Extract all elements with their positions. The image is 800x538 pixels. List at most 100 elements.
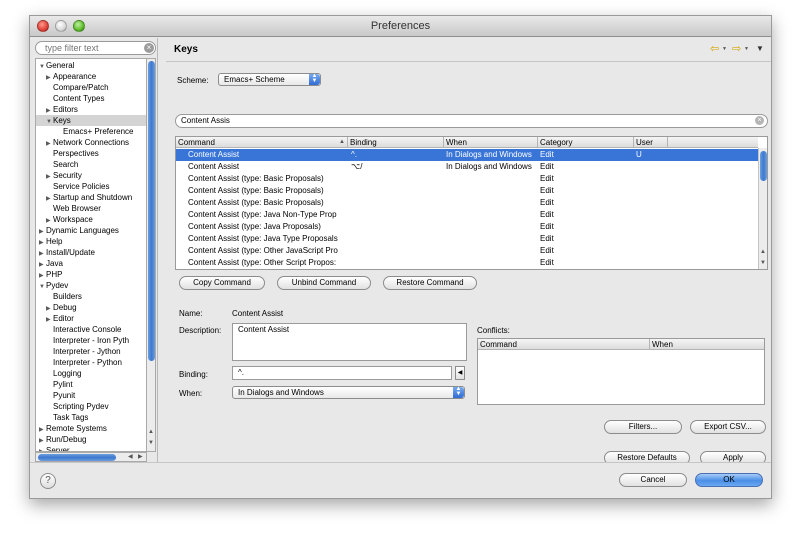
tree-item[interactable]: Perspectives	[36, 148, 146, 159]
tree-item[interactable]: Compare/Patch	[36, 82, 146, 93]
cancel-button[interactable]: Cancel	[619, 473, 687, 487]
filters-button[interactable]: Filters...	[604, 420, 682, 434]
tree-item[interactable]: ▶ Security	[36, 170, 146, 181]
table-row[interactable]: Content Assist (type: Other Script Propo…	[176, 257, 758, 269]
table-row[interactable]: Content Assist (type: Basic Proposals) Ed…	[176, 197, 758, 209]
forward-icon[interactable]: ⇨	[732, 42, 741, 55]
conflicts-label: Conflicts:	[477, 326, 510, 335]
back-menu-icon[interactable]: ▼	[722, 46, 727, 52]
column-header-when[interactable]: When	[444, 137, 538, 148]
tree-item[interactable]: Scripting Pydev	[36, 401, 146, 412]
tree-item[interactable]: ▶ Java	[36, 258, 146, 269]
tree-item[interactable]: Web Browser	[36, 203, 146, 214]
page-title: Keys	[174, 44, 198, 55]
table-row[interactable]: Content Assist ^. In Dialogs and Windows Ed…	[176, 149, 758, 161]
column-header-binding[interactable]: Binding	[348, 137, 444, 148]
forward-menu-icon[interactable]: ▼	[744, 46, 749, 52]
conflicts-when-header[interactable]: When	[650, 339, 764, 350]
description-field[interactable]: Content Assist	[232, 323, 467, 361]
tree-vertical-scrollbar[interactable]: ▲ ▼	[146, 58, 156, 452]
tree-item[interactable]: Service Policies	[36, 181, 146, 192]
tree-item-label: Task Tags	[53, 413, 89, 422]
tree-hscroll-thumb[interactable]	[38, 454, 116, 461]
binding-field[interactable]: ^.	[232, 366, 452, 380]
table-row[interactable]: Content Assist (type: Java Type Proposal…	[176, 233, 758, 245]
tree-item[interactable]: ▶ Run/Debug	[36, 434, 146, 445]
column-header-user[interactable]: User	[634, 137, 668, 148]
tree-item[interactable]: ▼Keys	[36, 115, 146, 126]
table-scroll-thumb[interactable]	[760, 151, 767, 181]
table-row[interactable]: Content Assist (type: Java Non-Type Prop…	[176, 209, 758, 221]
table-row[interactable]: Content Assist (type: Java Proposals) Edi…	[176, 221, 758, 233]
unbind-command-button[interactable]: Unbind Command	[277, 276, 371, 290]
tree-item[interactable]: ▶ PHP	[36, 269, 146, 280]
tree-item[interactable]: ▼Pydev	[36, 280, 146, 291]
tree-item[interactable]: Interactive Console	[36, 324, 146, 335]
tree-item[interactable]: Interpreter - Jython	[36, 346, 146, 357]
tree-item[interactable]: Search	[36, 159, 146, 170]
commands-table: Command ▲ Binding When Category User Content …	[175, 136, 768, 270]
clear-filter-icon[interactable]: ×	[144, 43, 154, 53]
tree-item[interactable]: Pylint	[36, 379, 146, 390]
tree-item[interactable]: ▶ Dynamic Languages	[36, 225, 146, 236]
column-header-command[interactable]: Command	[176, 137, 348, 148]
tree-item[interactable]: ▶ Remote Systems	[36, 423, 146, 434]
tree-item[interactable]: Builders	[36, 291, 146, 302]
when-select[interactable]: In Dialogs and Windows ▲ ▼	[232, 386, 465, 399]
tree-item[interactable]: ▶ Editor	[36, 313, 146, 324]
scroll-up-arrow-icon[interactable]: ▲	[148, 429, 154, 435]
ok-button[interactable]: OK	[695, 473, 763, 487]
zoom-window-button[interactable]	[73, 20, 85, 32]
tree-item[interactable]: Pyunit	[36, 390, 146, 401]
copy-command-button[interactable]: Copy Command	[179, 276, 265, 290]
scroll-right-arrow-icon[interactable]: ▶	[138, 453, 143, 461]
tree-item[interactable]: Task Tags	[36, 412, 146, 423]
column-header-category[interactable]: Category	[538, 137, 634, 148]
table-vertical-scrollbar[interactable]: ▲ ▼	[758, 148, 767, 269]
table-row[interactable]: Content Assist (type: Basic Proposals) Ed…	[176, 185, 758, 197]
description-value: Content Assist	[238, 325, 290, 334]
binding-menu-arrow-icon[interactable]: ◀	[455, 366, 465, 380]
scheme-select[interactable]: Emacs+ Scheme ▲ ▼	[218, 73, 321, 86]
tree-item[interactable]: ▶ Appearance	[36, 71, 146, 82]
table-row[interactable]: Content Assist ⌥/ In Dialogs and Windows Ed…	[176, 161, 758, 173]
tree-scroll-thumb[interactable]	[148, 61, 155, 361]
view-menu-icon[interactable]: ▼	[756, 44, 764, 53]
help-icon[interactable]: ?	[40, 473, 56, 489]
tree-item[interactable]: Interpreter - Python	[36, 357, 146, 368]
conflicts-command-header[interactable]: Command	[478, 339, 650, 350]
tree-item[interactable]: Emacs+ Preference	[36, 126, 146, 137]
tree-item[interactable]: Content Types	[36, 93, 146, 104]
tree-item[interactable]: ▶ Startup and Shutdown	[36, 192, 146, 203]
tree-item[interactable]: ▶ Editors	[36, 104, 146, 115]
export-csv-button[interactable]: Export CSV...	[690, 420, 766, 434]
tree-item-label: Startup and Shutdown	[53, 193, 133, 202]
table-row[interactable]: Content Assist (type: Basic Proposals) Ed…	[176, 173, 758, 185]
tree-item[interactable]: ▼General	[36, 60, 146, 71]
tree-item[interactable]: ▶ Debug	[36, 302, 146, 313]
tree-item[interactable]: Interpreter - Iron Pyth	[36, 335, 146, 346]
tree-item[interactable]: Logging	[36, 368, 146, 379]
tree-item[interactable]: ▶ Help	[36, 236, 146, 247]
tree-item-label: Help	[46, 237, 63, 246]
table-row[interactable]: Content Assist (type: Other JavaScript P…	[176, 245, 758, 257]
close-window-button[interactable]	[37, 20, 49, 32]
restore-command-button[interactable]: Restore Command	[383, 276, 477, 290]
title-bar[interactable]: Preferences	[30, 16, 771, 37]
tree-item[interactable]: ▶ Network Connections	[36, 137, 146, 148]
back-icon[interactable]: ⇦	[710, 42, 719, 55]
clear-search-icon[interactable]: ×	[755, 116, 764, 125]
tree-item-label: Interpreter - Python	[53, 358, 122, 367]
tree-item[interactable]: ▶ Install/Update	[36, 247, 146, 258]
command-search-input[interactable]: Content Assis ×	[175, 114, 768, 128]
minimize-window-button[interactable]	[55, 20, 67, 32]
tree-item[interactable]: ▶ Workspace	[36, 214, 146, 225]
tree-item[interactable]: ▶ Server	[36, 445, 146, 451]
cell-when: In Dialogs and Windows	[446, 162, 532, 171]
scroll-down-arrow-icon[interactable]: ▼	[148, 440, 154, 446]
filter-input[interactable]	[35, 41, 156, 55]
table-scroll-up-icon[interactable]: ▲	[760, 249, 766, 255]
table-scroll-down-icon[interactable]: ▼	[760, 260, 766, 266]
scroll-left-arrow-icon[interactable]: ◀	[128, 453, 133, 461]
tree-horizontal-scrollbar[interactable]: ◀ ▶	[35, 452, 147, 462]
